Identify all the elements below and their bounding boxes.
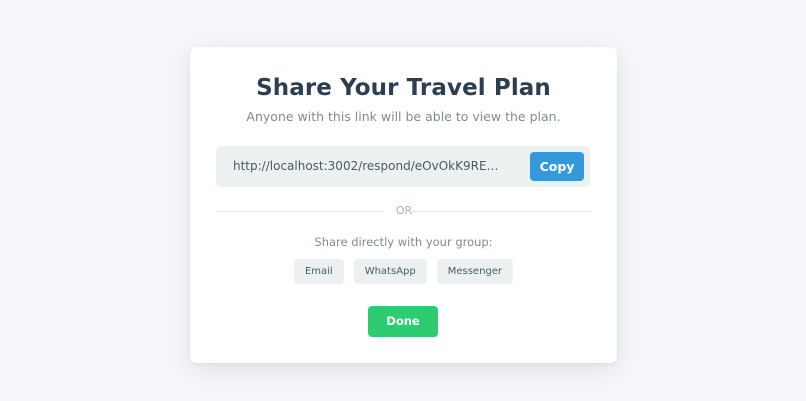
share-link-box: http://localhost:3002/respond/eOvOkK9REU… (216, 146, 590, 187)
share-email-button[interactable]: Email (293, 259, 344, 284)
divider-line-right (406, 211, 592, 212)
or-divider: OR (216, 204, 592, 218)
modal-title: Share Your Travel Plan (256, 75, 551, 101)
share-modal: Share Your Travel Plan Anyone with this … (190, 47, 617, 363)
share-options: Email WhatsApp Messenger (190, 259, 617, 284)
modal-subtitle: Anyone with this link will be able to vi… (246, 109, 561, 124)
share-direct-label: Share directly with your group: (314, 235, 493, 249)
divider-line-left (216, 211, 384, 212)
share-messenger-button[interactable]: Messenger (436, 259, 514, 284)
done-button[interactable]: Done (368, 306, 438, 337)
share-whatsapp-button[interactable]: WhatsApp (353, 259, 427, 284)
share-link-url[interactable]: http://localhost:3002/respond/eOvOkK9REU… (233, 146, 503, 187)
copy-button[interactable]: Copy (530, 152, 584, 181)
